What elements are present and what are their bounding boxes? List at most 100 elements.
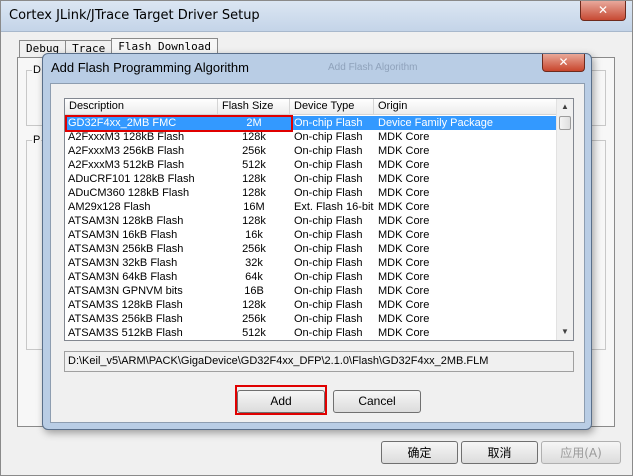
cell-origin: MDK Core <box>378 229 430 241</box>
cell-device-type: On-chip Flash <box>294 313 363 325</box>
dialog-client-area: Description Flash Size Device Type Origi… <box>50 83 585 423</box>
cell-description: ATSAM3N 128kB Flash <box>68 215 184 227</box>
cell-origin: MDK Core <box>378 159 430 171</box>
algorithm-list[interactable]: Description Flash Size Device Type Origi… <box>64 98 574 341</box>
cell-origin: MDK Core <box>378 201 430 213</box>
cell-flash-size: 128k <box>242 131 266 143</box>
cell-description: ADuCRF101 128kB Flash <box>68 173 195 185</box>
cell-device-type: On-chip Flash <box>294 173 363 185</box>
table-row[interactable]: ATSAM3N 16kB Flash 16k On-chip Flash MDK Co… <box>65 228 557 242</box>
cell-description: A2FxxxM3 128kB Flash <box>68 131 185 143</box>
algorithm-path-field: D:\Keil_v5\ARM\PACK\GigaDevice\GD32F4xx_… <box>64 351 574 372</box>
scroll-down-icon[interactable]: ▼ <box>557 324 573 340</box>
cell-device-type: On-chip Flash <box>294 131 363 143</box>
cell-flash-size: 16B <box>244 285 264 297</box>
table-row[interactable]: ATSAM3N 64kB Flash 64k On-chip Flash MDK Co… <box>65 270 557 284</box>
cell-flash-size: 64k <box>245 271 263 283</box>
column-description[interactable]: Description <box>65 99 218 115</box>
cell-flash-size: 16M <box>243 201 265 213</box>
cell-description: ATSAM3S 512kB Flash <box>68 327 183 339</box>
cell-flash-size: 256k <box>242 145 266 157</box>
column-device-type[interactable]: Device Type <box>290 99 374 115</box>
cell-flash-size: 128k <box>242 299 266 311</box>
dialog-close-icon[interactable]: ✕ <box>542 54 585 72</box>
cell-flash-size: 512k <box>242 327 266 339</box>
cell-description: ATSAM3N 64kB Flash <box>68 271 178 283</box>
table-row[interactable]: ATSAM3S 256kB Flash 256k On-chip Flash MDK … <box>65 312 557 326</box>
cell-origin: MDK Core <box>378 215 430 227</box>
table-row[interactable]: ATSAM3N 32kB Flash 32k On-chip Flash MDK Co… <box>65 256 557 270</box>
table-row[interactable]: A2FxxxM3 256kB Flash 256k On-chip Flash MDK… <box>65 144 557 158</box>
cell-device-type: On-chip Flash <box>294 243 363 255</box>
cancel-button[interactable]: Cancel <box>333 390 421 413</box>
cell-description: ATSAM3N GPNVM bits <box>68 285 183 297</box>
table-row[interactable]: ATSAM3N 256kB Flash 256k On-chip Flash MDK … <box>65 242 557 256</box>
cell-origin: MDK Core <box>378 327 430 339</box>
cell-flash-size: 128k <box>242 173 266 185</box>
cell-flash-size: 32k <box>245 257 263 269</box>
cell-origin: MDK Core <box>378 313 430 325</box>
main-close-icon[interactable]: ✕ <box>580 1 626 21</box>
add-button[interactable]: Add <box>237 390 325 413</box>
cell-flash-size: 2M <box>246 117 262 129</box>
cell-description: ATSAM3N 32kB Flash <box>68 257 178 269</box>
cell-device-type: On-chip Flash <box>294 299 363 311</box>
main-titlebar: Cortex JLink/JTrace Target Driver Setup … <box>1 1 632 32</box>
scroll-up-icon[interactable]: ▲ <box>557 99 573 115</box>
cell-description: ATSAM3S 256kB Flash <box>68 313 183 325</box>
cell-device-type: On-chip Flash <box>294 327 363 339</box>
cell-flash-size: 128k <box>242 215 266 227</box>
cell-device-type: On-chip Flash <box>294 145 363 157</box>
table-row[interactable]: AM29x128 Flash 16M Ext. Flash 16-bit MDK Co… <box>65 200 557 214</box>
cell-device-type: Ext. Flash 16-bit <box>294 201 374 213</box>
cell-device-type: On-chip Flash <box>294 285 363 297</box>
cell-description: ADuCM360 128kB Flash <box>68 187 190 199</box>
cell-origin: MDK Core <box>378 131 430 143</box>
table-row[interactable]: A2FxxxM3 128kB Flash 128k On-chip Flash MDK… <box>65 130 557 144</box>
apply-button[interactable]: 应用(A) <box>541 441 621 464</box>
cell-device-type: On-chip Flash <box>294 257 363 269</box>
cell-device-type: On-chip Flash <box>294 159 363 171</box>
table-row[interactable]: GD32F4xx_2MB FMC 2M On-chip Flash Device Fa… <box>65 116 557 130</box>
cell-origin: MDK Core <box>378 173 430 185</box>
cell-description: AM29x128 Flash <box>68 201 151 213</box>
dialog-titlebar[interactable]: Add Flash Programming Algorithm Add Flas… <box>43 54 591 82</box>
cell-origin: MDK Core <box>378 299 430 311</box>
table-row[interactable]: ATSAM3N 128kB Flash 128k On-chip Flash MDK … <box>65 214 557 228</box>
cell-origin: MDK Core <box>378 187 430 199</box>
cell-description: A2FxxxM3 512kB Flash <box>68 159 185 171</box>
ok-button[interactable]: 确定 <box>381 441 458 464</box>
cell-description: ATSAM3S 128kB Flash <box>68 299 183 311</box>
cell-device-type: On-chip Flash <box>294 229 363 241</box>
table-row[interactable]: ADuCRF101 128kB Flash 128k On-chip Flash MD… <box>65 172 557 186</box>
list-scrollbar[interactable]: ▲ ▼ <box>556 99 573 340</box>
table-row[interactable]: A2FxxxM3 512kB Flash 512k On-chip Flash MDK… <box>65 158 557 172</box>
column-origin[interactable]: Origin <box>374 99 557 115</box>
cell-origin: Device Family Package <box>378 117 493 129</box>
cell-flash-size: 256k <box>242 243 266 255</box>
cell-flash-size: 512k <box>242 159 266 171</box>
list-header: Description Flash Size Device Type Origi… <box>65 99 557 115</box>
cell-device-type: On-chip Flash <box>294 187 363 199</box>
table-row[interactable]: ATSAM3S 128kB Flash 128k On-chip Flash MDK … <box>65 298 557 312</box>
programming-algorithm-group-label: P <box>32 134 42 146</box>
cell-description: A2FxxxM3 256kB Flash <box>68 145 185 157</box>
table-row[interactable]: ATSAM3S 512kB Flash 512k On-chip Flash MDK … <box>65 326 557 340</box>
cell-flash-size: 16k <box>245 229 263 241</box>
add-flash-algorithm-dialog: Add Flash Programming Algorithm Add Flas… <box>42 53 592 430</box>
cell-origin: MDK Core <box>378 145 430 157</box>
list-body: GD32F4xx_2MB FMC 2M On-chip Flash Device Fa… <box>65 116 557 340</box>
cell-description: ATSAM3N 256kB Flash <box>68 243 184 255</box>
scroll-thumb[interactable] <box>559 116 571 130</box>
cell-flash-size: 256k <box>242 313 266 325</box>
cell-origin: MDK Core <box>378 285 430 297</box>
dialog-title-ghost: Add Flash Algorithm <box>328 62 418 73</box>
table-row[interactable]: ADuCM360 128kB Flash 128k On-chip Flash MDK… <box>65 186 557 200</box>
main-window-title: Cortex JLink/JTrace Target Driver Setup <box>9 8 260 23</box>
cell-device-type: On-chip Flash <box>294 117 363 129</box>
cell-device-type: On-chip Flash <box>294 271 363 283</box>
table-row[interactable]: ATSAM3N GPNVM bits 16B On-chip Flash MDK Co… <box>65 284 557 298</box>
download-function-group-label: D <box>32 64 42 76</box>
cancel-main-button[interactable]: 取消 <box>461 441 538 464</box>
column-flash-size[interactable]: Flash Size <box>218 99 290 115</box>
